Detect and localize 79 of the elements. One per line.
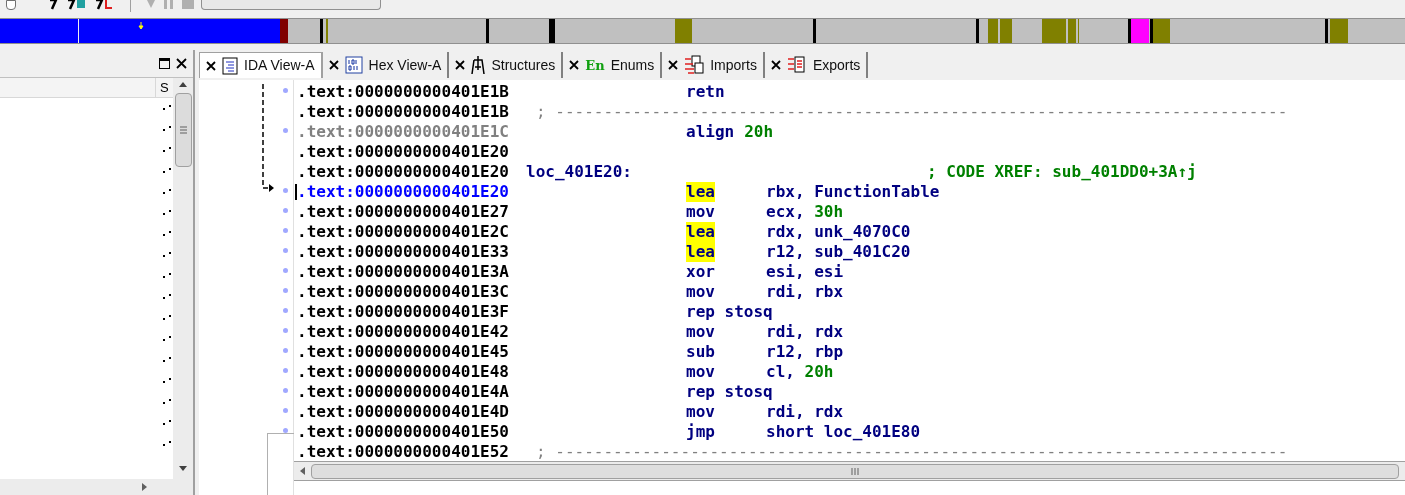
address: .text:0000000000401E3F — [297, 302, 509, 322]
tree-structure-icon — [471, 55, 486, 75]
code-label: loc_401E20: — [526, 162, 632, 182]
operands: short loc_401E80 — [766, 422, 921, 442]
mnemonic: sub — [686, 342, 715, 362]
vertical-scrollbar[interactable] — [173, 78, 193, 495]
address: .text:0000000000401E50 — [297, 422, 509, 442]
text-cursor — [295, 184, 297, 200]
document-icon — [222, 56, 238, 75]
imports-icon — [684, 55, 705, 75]
mnemonic: mov — [686, 322, 715, 342]
separator-comment: ; ---------------------------------------------------------------------------- — [536, 102, 1288, 122]
toolbar-button[interactable] — [6, 0, 16, 10]
separator-comment: ; ---------------------------------------------------------------------------- — [536, 442, 1288, 461]
navigation-band[interactable] — [0, 19, 1405, 43]
mnemonic: mov — [686, 362, 715, 382]
operands: rdi, rbx — [766, 282, 844, 302]
binary-icon — [344, 56, 363, 74]
close-icon[interactable] — [176, 58, 187, 69]
operands: rdi, rdx — [766, 402, 844, 422]
horizontal-scrollbar[interactable] — [294, 461, 1405, 481]
debugger-dropdown[interactable] — [201, 0, 381, 10]
address: .text:0000000000401E1B — [297, 102, 509, 122]
operands: esi, esi — [766, 262, 844, 282]
mnemonic: align — [686, 122, 735, 142]
up-arrow-icon[interactable] — [179, 82, 187, 87]
address: .text:0000000000401E52 — [297, 442, 509, 461]
address: .text:0000000000401E4A — [297, 382, 509, 402]
mnemonic: mov — [686, 402, 715, 422]
operands: ecx, 30h — [766, 202, 844, 222]
mnemonic: retn — [686, 82, 725, 102]
mnemonic: jmp — [686, 422, 715, 442]
operands: cl, 20h — [766, 362, 834, 382]
close-icon[interactable] — [569, 60, 580, 70]
close-icon[interactable] — [668, 60, 679, 70]
enum-icon: En — [585, 58, 605, 72]
operands: 20h — [744, 122, 774, 142]
horizontal-scrollbar[interactable] — [0, 479, 173, 495]
address: .text:0000000000401E1C — [297, 122, 509, 142]
scrollbar-thumb[interactable] — [311, 463, 1399, 479]
address: .text:0000000000401E1B — [297, 82, 509, 102]
xref-comment: ; CODE XREF: sub_401DD0+3A↑j — [927, 162, 1197, 182]
mnemonic: rep stosq — [686, 382, 773, 402]
address: .text:0000000000401E2C — [297, 222, 509, 242]
down-arrow-icon[interactable] — [179, 466, 187, 471]
maximize-icon[interactable] — [159, 58, 170, 69]
operands: r12, rbp — [766, 342, 844, 362]
operands: r12, sub_401C20 — [766, 242, 911, 262]
address: .text:0000000000401E4D — [297, 402, 509, 422]
address: .text:0000000000401E27 — [297, 202, 509, 222]
close-icon[interactable] — [770, 60, 781, 70]
left-arrow-icon[interactable] — [300, 467, 305, 475]
operands: rdx, unk_4070C0 — [766, 222, 911, 242]
right-arrow-icon[interactable] — [142, 483, 147, 491]
address: .text:0000000000401E20 — [297, 162, 509, 182]
tab[interactable]: IDA View-A — [199, 52, 323, 78]
address: .text:0000000000401E48 — [297, 362, 509, 382]
mnemonic: xor — [686, 262, 715, 282]
mnemonic: mov — [686, 202, 715, 222]
address: .text:0000000000401E20 — [297, 142, 509, 162]
address: .text:0000000000401E33 — [297, 242, 509, 262]
mnemonic: lea — [686, 182, 715, 202]
mnemonic: lea — [686, 222, 715, 242]
operands: rdi, rdx — [766, 322, 844, 342]
close-icon[interactable] — [455, 60, 466, 70]
exports-icon — [786, 55, 807, 75]
mnemonic: mov — [686, 282, 715, 302]
mnemonic: lea — [686, 242, 715, 262]
address: .text:0000000000401E3A — [297, 262, 509, 282]
close-icon[interactable] — [206, 60, 216, 71]
address: .text:0000000000401E3C — [297, 282, 509, 302]
operands: rbx, FunctionTable — [766, 182, 940, 202]
address: .text:0000000000401E42 — [297, 322, 509, 342]
close-icon[interactable] — [328, 60, 339, 70]
toolbar-icon[interactable] — [66, 0, 88, 10]
scrollbar-thumb[interactable] — [174, 93, 192, 167]
mnemonic: rep stosq — [686, 302, 773, 322]
address: .text:0000000000401E45 — [297, 342, 509, 362]
address: .text:0000000000401E20 — [297, 182, 509, 202]
